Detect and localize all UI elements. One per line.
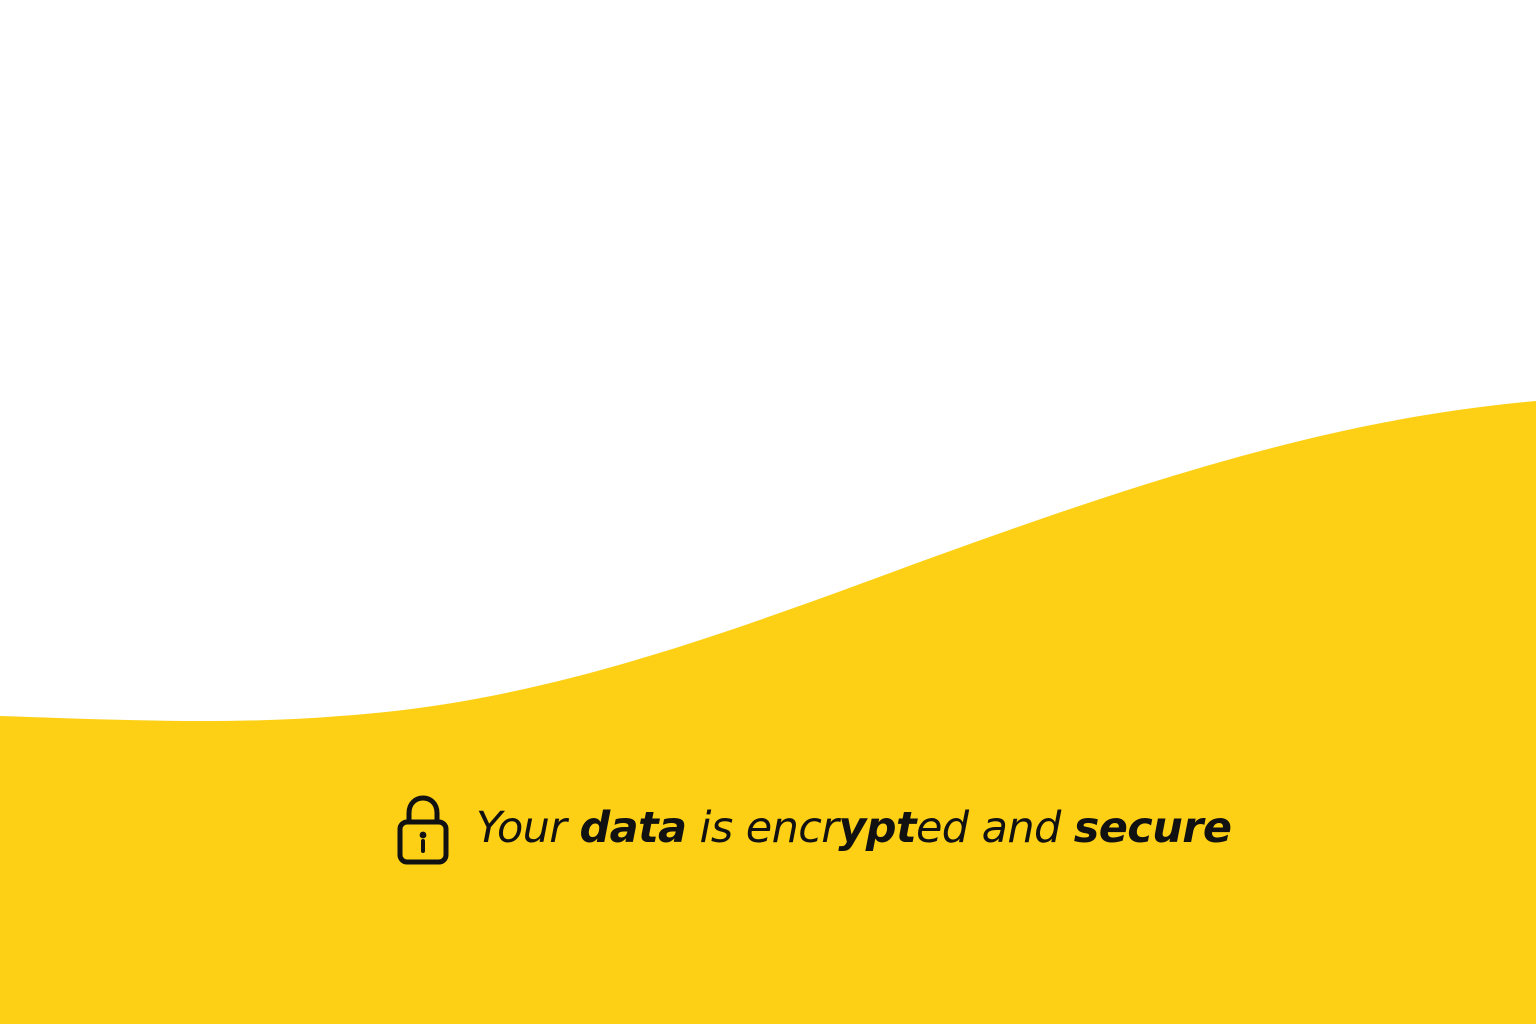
security-word-secure: secure — [1073, 802, 1232, 853]
lock-keyhole-dot — [419, 831, 427, 839]
security-word-ypt: ypt — [838, 802, 916, 853]
yellow-wave-shape — [0, 401, 1536, 1024]
security-word-your: Your — [476, 802, 567, 853]
security-word-encr: encr — [745, 802, 839, 853]
lock-icon — [397, 795, 449, 865]
lock-shackle — [406, 795, 440, 825]
security-message: Your data is encrypted and secure — [476, 806, 1232, 850]
security-word-ed-and: ed and — [915, 802, 1074, 853]
security-notice: Your data is encrypted and secure — [396, 792, 1232, 868]
security-space — [566, 803, 579, 853]
secure-data-screen: Your data is encrypted and secure — [0, 0, 1536, 1024]
security-word-data: data — [579, 802, 687, 853]
yellow-wave-background — [0, 401, 1536, 1024]
security-word-is: is — [686, 802, 746, 853]
